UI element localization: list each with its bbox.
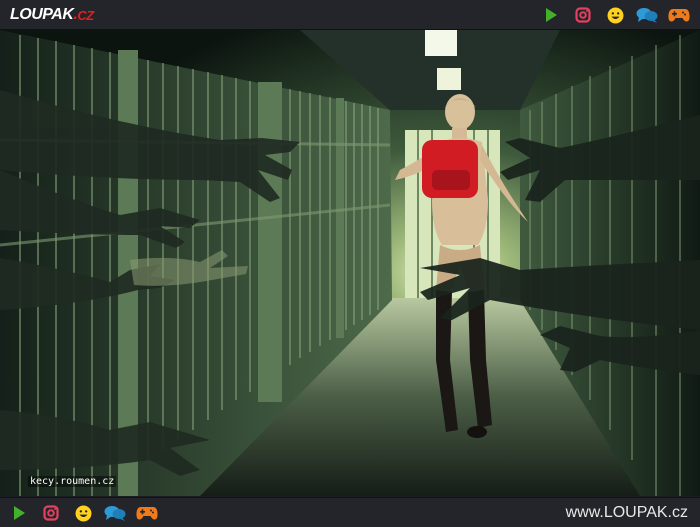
bottom-icon-nav — [8, 502, 158, 524]
main-image: kecy.roumen.cz — [0, 30, 700, 496]
gamepad-icon[interactable] — [136, 502, 158, 524]
site-url-link[interactable]: www.LOUPAK.cz — [566, 504, 688, 522]
chat-icon[interactable] — [636, 4, 658, 26]
site-logo[interactable]: LOUPAK. CZ — [10, 5, 94, 25]
instagram-icon[interactable] — [572, 4, 594, 26]
top-bar: LOUPAK. CZ — [0, 0, 700, 30]
bottom-bar: www.LOUPAK.cz — [0, 497, 700, 527]
corridor-photo — [0, 30, 700, 496]
logo-tld: CZ — [77, 7, 94, 23]
image-watermark: kecy.roumen.cz — [28, 476, 117, 487]
smiley-icon[interactable] — [72, 502, 94, 524]
smiley-icon[interactable] — [604, 4, 626, 26]
chat-icon[interactable] — [104, 502, 126, 524]
logo-text: LOUPAK — [10, 6, 74, 23]
play-icon[interactable] — [8, 502, 30, 524]
instagram-icon[interactable] — [40, 502, 62, 524]
play-icon[interactable] — [540, 4, 562, 26]
gamepad-icon[interactable] — [668, 4, 690, 26]
top-icon-nav — [540, 4, 690, 26]
